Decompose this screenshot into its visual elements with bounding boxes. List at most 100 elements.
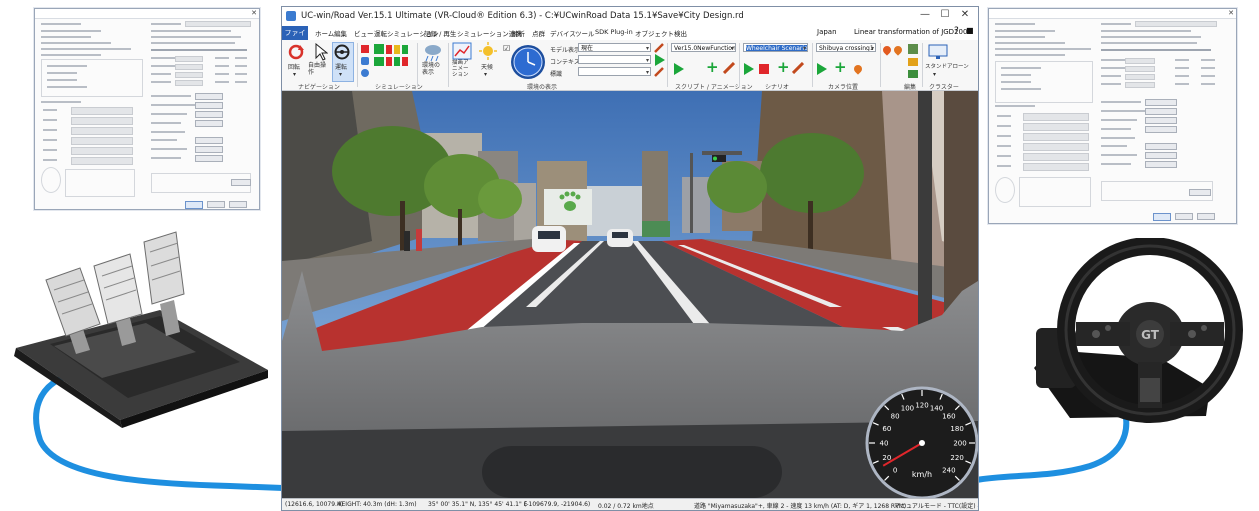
signal-red-icon[interactable] xyxy=(386,45,392,54)
marker-label: 標識 xyxy=(550,71,563,78)
marker-select[interactable]: ▾ xyxy=(578,67,651,76)
minimize-button[interactable]: — xyxy=(915,9,935,20)
location-pin-icon[interactable] xyxy=(852,63,864,75)
draw-animation-button-label[interactable]: 描画ア ニメー ション xyxy=(452,60,469,78)
menu-point-cloud[interactable]: 点群 xyxy=(532,28,545,38)
speed-tick-label: 40 xyxy=(880,440,889,448)
play-scenario-icon[interactable] xyxy=(744,63,754,75)
menu-device[interactable]: デバイス xyxy=(550,28,576,38)
chart-icon[interactable] xyxy=(452,42,472,60)
chevron-down-icon[interactable]: ▾ xyxy=(646,56,649,63)
weather-button-label[interactable]: 天候 xyxy=(481,62,493,71)
vehicle-model-icon[interactable] xyxy=(908,58,918,66)
speed-tick-label: 80 xyxy=(891,413,900,421)
speed-tick-label: 100 xyxy=(901,404,914,412)
chevron-down-icon[interactable]: ▾ xyxy=(871,44,874,51)
weather-rain-icon[interactable] xyxy=(423,42,443,62)
menu-tools[interactable]: ツール xyxy=(575,28,595,38)
menu-sdk-plugin[interactable]: SDK Plug-in xyxy=(595,28,633,36)
scenario-select[interactable]: Wheelchair Scenario ▾ xyxy=(743,43,808,52)
speed-tick-label: 160 xyxy=(942,413,955,421)
signal-yellow-icon[interactable] xyxy=(394,45,400,54)
chevron-down-icon[interactable]: ▾ xyxy=(339,71,342,78)
chevron-down-icon[interactable]: ▾ xyxy=(933,71,936,78)
context-select[interactable]: ▾ xyxy=(578,55,651,64)
status-height: HEIGHT: 40.3m (dH: 1.3m) xyxy=(337,501,417,508)
status-latlon: 35° 00' 35.1" N, 135° 45' 41.1" E xyxy=(428,501,528,508)
window-title: UC-win/Road Ver.15.1 Ultimate (VR-Cloud®… xyxy=(301,11,744,21)
driving-3d-view[interactable]: 020406080100 120 140160180200220240 km/h xyxy=(282,91,978,498)
gear-icon[interactable] xyxy=(361,69,369,77)
traffic-icon[interactable] xyxy=(361,45,369,53)
pencil-icon[interactable] xyxy=(654,67,664,77)
group-cluster: クラスター xyxy=(929,84,959,91)
group-script-animation: スクリプト / アニメーション xyxy=(675,84,753,91)
region-label: Japan xyxy=(817,28,837,36)
add-script-icon[interactable]: + xyxy=(706,60,719,75)
play-script-icon[interactable] xyxy=(674,63,684,75)
chevron-down-icon[interactable]: ▾ xyxy=(293,71,296,78)
ribbon-home: 回転 ▾ 自由操 作 運転 ▾ ナビゲーション シミュレーション 環境の 表示 … xyxy=(282,40,978,91)
cursor-icon[interactable] xyxy=(314,43,328,61)
group-edit: 編集 xyxy=(904,84,917,91)
vehicle-icon[interactable] xyxy=(361,57,369,65)
maximize-button[interactable]: ☐ xyxy=(935,9,955,20)
pedestrian xyxy=(404,231,410,251)
edit-scenario-icon[interactable] xyxy=(792,62,804,74)
sun-icon[interactable] xyxy=(479,42,497,60)
marker-pin2-icon[interactable] xyxy=(892,44,904,56)
menu-view[interactable]: ビュー xyxy=(354,28,374,38)
chevron-down-icon[interactable]: ▾ xyxy=(803,44,806,51)
edit-script-icon[interactable] xyxy=(723,62,735,74)
tree-icon[interactable] xyxy=(908,70,918,78)
pencil-icon[interactable] xyxy=(654,43,664,53)
marker-pin-icon[interactable] xyxy=(881,44,893,56)
group-scenario: シナリオ xyxy=(765,84,790,91)
menu-file[interactable]: ファイル xyxy=(282,26,308,51)
menu-edit[interactable]: 編集 xyxy=(334,28,347,38)
add-camera-icon[interactable]: + xyxy=(834,60,847,75)
script-select[interactable]: Ver15.0NewFunction ▾ xyxy=(671,43,736,52)
drive-button-label[interactable]: 運転 xyxy=(335,62,347,71)
signal-green-icon[interactable] xyxy=(402,45,408,54)
add-scenario-icon[interactable]: + xyxy=(777,60,790,75)
monitor-icon[interactable] xyxy=(928,44,948,60)
menu-record-play[interactable]: 記録 / 再生 xyxy=(424,28,456,38)
menu-home[interactable]: ホーム xyxy=(315,28,334,38)
speed-tick-label: 0 xyxy=(893,466,897,474)
help-icon[interactable]: ? xyxy=(954,26,959,36)
env-display-button-label[interactable]: 環境の 表示 xyxy=(422,62,440,76)
chevron-down-icon[interactable]: ▾ xyxy=(646,68,649,75)
title-bar: UC-win/Road Ver.15.1 Ultimate (VR-Cloud®… xyxy=(282,7,978,26)
clock-icon[interactable] xyxy=(510,44,546,80)
speed-tick-label: 60 xyxy=(882,425,891,433)
play-icon[interactable] xyxy=(655,54,665,66)
menu-object-detect[interactable]: オブジェクト検出 xyxy=(635,28,687,38)
bar-red2-icon[interactable] xyxy=(402,57,408,66)
group-camera: カメラ位置 xyxy=(828,84,859,91)
play-camera-icon[interactable] xyxy=(817,63,827,75)
steering-wheel-image: GT xyxy=(1034,238,1243,423)
standalone-button-label[interactable]: スタンドアローン xyxy=(925,62,969,70)
save-icon[interactable]: ■ xyxy=(966,26,974,35)
model-display-select[interactable]: 現在 ▾ xyxy=(578,43,651,52)
model-display-label: モデル表示 xyxy=(550,47,581,54)
chevron-down-icon[interactable]: ▾ xyxy=(646,44,649,51)
chevron-down-icon[interactable]: ▾ xyxy=(484,71,487,78)
menu-bar: ファイル ホーム 編集 ビュー 運転シミュレーション 記録 / 再生 シミュレー… xyxy=(282,26,978,51)
bar-green-icon[interactable] xyxy=(394,57,400,66)
speed-tick-label: 240 xyxy=(942,466,955,474)
free-operation-button-label[interactable]: 自由操 作 xyxy=(308,62,326,76)
rotate-icon[interactable] xyxy=(288,44,304,60)
steering-icon[interactable] xyxy=(334,44,350,60)
close-button[interactable]: ✕ xyxy=(955,9,975,20)
signal-icon[interactable] xyxy=(374,44,384,54)
play-green-icon[interactable] xyxy=(374,57,384,66)
rotate-button-label[interactable]: 回転 xyxy=(288,62,300,71)
landscape-icon[interactable] xyxy=(908,44,918,54)
bar-red-icon[interactable] xyxy=(386,57,392,66)
camera-position-select[interactable]: Shibuya crossing1 ▾ xyxy=(816,43,876,52)
chevron-down-icon[interactable]: ▾ xyxy=(731,44,734,51)
menu-analysis[interactable]: 解析 xyxy=(512,28,525,38)
stop-scenario-icon[interactable] xyxy=(759,64,769,74)
